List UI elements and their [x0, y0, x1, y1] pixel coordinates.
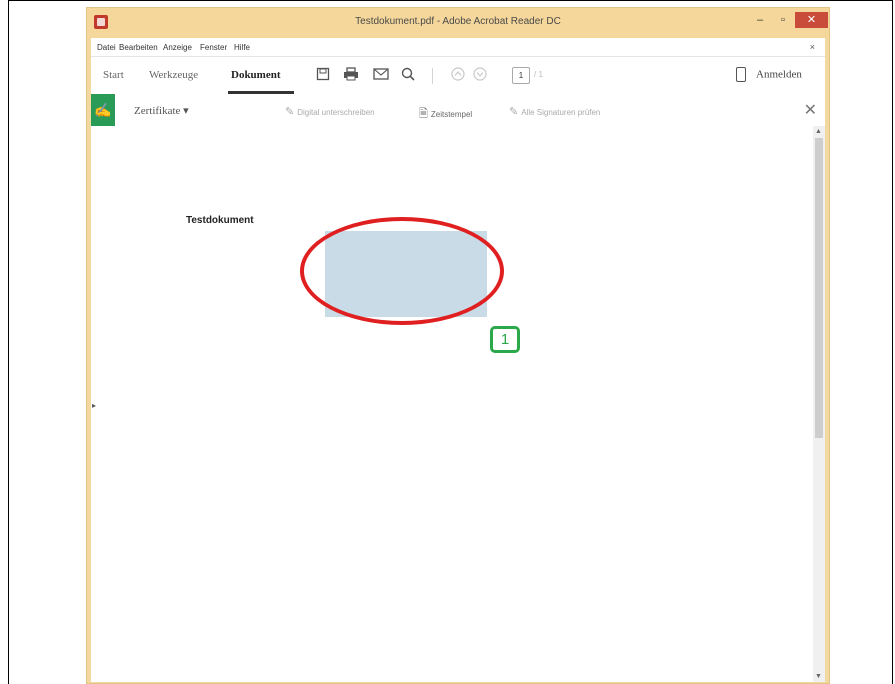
timestamp-label: Zeitstempel [430, 110, 473, 119]
close-certificates-icon[interactable]: ✕ [804, 100, 817, 120]
print-icon[interactable] [343, 67, 359, 83]
acrobat-window: Testdokument.pdf - Adobe Acrobat Reader … [86, 7, 830, 684]
tab-dokument[interactable]: Dokument [231, 69, 281, 81]
close-button[interactable]: ✕ [795, 12, 828, 28]
maximize-button[interactable]: ▫ [772, 12, 794, 28]
page-number-input[interactable]: 1 [512, 67, 530, 84]
main-toolbar: Start Werkzeuge Dokument 1 / 1 Anmelden [91, 56, 825, 96]
signature-pen-icon: ✎ [285, 106, 295, 118]
scroll-thumb[interactable] [815, 138, 823, 438]
scroll-up-icon[interactable]: ▲ [815, 128, 822, 135]
digital-sign-label: Digital unterschreiben [297, 108, 375, 117]
annotation-ellipse [300, 217, 504, 325]
window-title: Testdokument.pdf - Adobe Acrobat Reader … [355, 16, 561, 27]
document-heading: Testdokument [186, 215, 254, 226]
page-up-icon[interactable] [450, 67, 466, 83]
menu-hilfe[interactable]: Hilfe [234, 43, 250, 52]
signature-check-icon: ✎ [509, 106, 519, 118]
minimize-button[interactable]: – [748, 12, 772, 28]
timestamp-doc-icon: 🗎 [419, 108, 428, 120]
mail-icon[interactable] [373, 67, 389, 83]
timestamp-button[interactable]: 🗎 Zeitstempel [419, 105, 472, 124]
vertical-scrollbar[interactable]: ▲ ▼ [813, 126, 825, 682]
save-icon[interactable] [315, 67, 331, 83]
certificates-toolbar: ✍ Zertifikate ▾ ✎ Digital unterschreiben … [91, 94, 825, 127]
mobile-link-icon [736, 67, 746, 82]
menu-anzeige[interactable]: Anzeige [163, 43, 192, 52]
left-panel-handle-icon[interactable]: ▸ [92, 401, 96, 410]
menu-bearbeiten[interactable]: Bearbeiten [119, 43, 158, 52]
frame-left-line [8, 0, 9, 684]
digital-sign-button[interactable]: ✎ Digital unterschreiben [285, 105, 375, 118]
tab-werkzeuge[interactable]: Werkzeuge [149, 69, 198, 81]
login-button[interactable]: Anmelden [736, 67, 802, 82]
page-total-label: / 1 [534, 70, 543, 79]
page-down-icon[interactable] [472, 67, 488, 83]
validate-signatures-label: Alle Signaturen prüfen [521, 108, 601, 117]
validate-signatures-button[interactable]: ✎ Alle Signaturen prüfen [509, 105, 600, 118]
scroll-down-icon[interactable]: ▼ [815, 673, 822, 680]
login-label: Anmelden [756, 68, 802, 81]
search-icon[interactable] [400, 67, 416, 83]
annotation-number-badge: 1 [490, 326, 520, 353]
menu-fenster[interactable]: Fenster [200, 43, 227, 52]
document-view[interactable]: Testdokument 1 ▸ [91, 126, 813, 682]
certificates-menu[interactable]: Zertifikate ▾ [134, 104, 189, 117]
menu-bar: Datei Bearbeiten Anzeige Fenster Hilfe × [91, 38, 825, 56]
toolbar-separator [432, 68, 433, 84]
frame-right-line [892, 0, 893, 684]
tab-start[interactable]: Start [103, 69, 124, 81]
certificate-pen-icon: ✍ [91, 94, 115, 126]
frame-top-line [8, 0, 893, 1]
menu-close-icon[interactable]: × [810, 42, 815, 52]
title-bar: Testdokument.pdf - Adobe Acrobat Reader … [87, 8, 829, 38]
menu-datei[interactable]: Datei [97, 43, 116, 52]
